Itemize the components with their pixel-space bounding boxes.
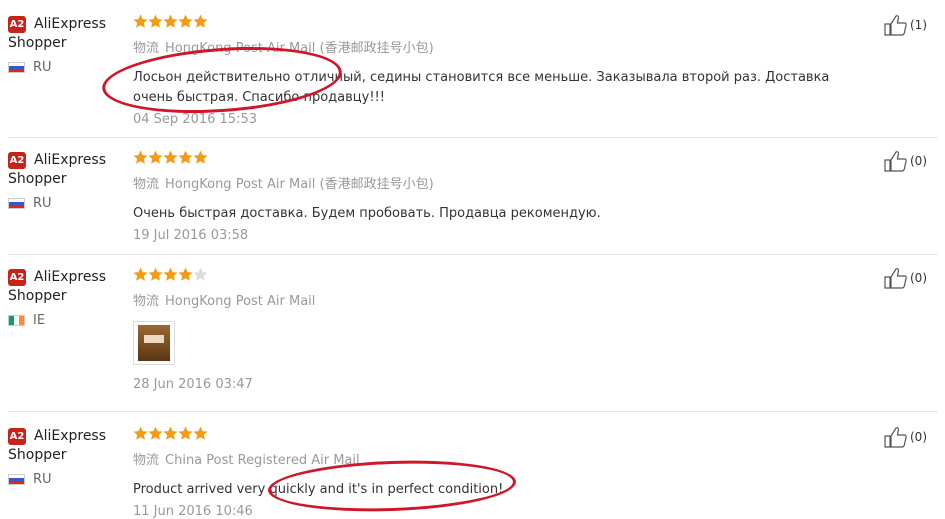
star-filled-icon [148, 150, 163, 164]
logistics-method: China Post Registered Air Mail [165, 453, 360, 468]
star-filled-icon [193, 150, 208, 164]
flag-ru-icon [8, 474, 25, 485]
reviewer-country: RU [33, 472, 52, 487]
reviewer-info: A2 AliExpress Shopper IE [8, 267, 118, 328]
star-filled-icon [178, 14, 193, 28]
helpful-button[interactable]: (0) [884, 267, 927, 289]
review-date: 19 Jul 2016 03:58 [133, 228, 249, 243]
logistics-info: 物流 HongKong Post Air Mail (香港邮政挂号小包) [133, 173, 853, 192]
logistics-info: 物流 HongKong Post Air Mail (香港邮政挂号小包) [133, 37, 853, 56]
reviewer-country: IE [33, 313, 46, 328]
review-divider [8, 254, 938, 255]
review-date: 11 Jun 2016 10:46 [133, 504, 253, 519]
review-text: Очень быстрая доставка. Будем пробовать.… [133, 206, 601, 221]
star-rating [133, 426, 853, 443]
review-content: 物流 HongKong Post Air Mail (香港邮政挂号小包) Лось… [133, 14, 853, 127]
flag-ru-icon [8, 198, 25, 209]
review-date: 28 Jun 2016 03:47 [133, 377, 253, 392]
review-text: Product arrived very quickly and it's in… [133, 482, 504, 497]
reviewer-info: A2 AliExpress Shopper RU [8, 150, 118, 211]
reviewer-info: A2 AliExpress Shopper RU [8, 426, 118, 487]
star-rating [133, 150, 853, 167]
star-filled-icon [148, 267, 163, 281]
star-filled-icon [163, 14, 178, 28]
buyer-level-badge: A2 [8, 15, 26, 33]
review-photo-thumbnail[interactable] [133, 321, 175, 365]
star-filled-icon [133, 150, 148, 164]
thumbs-up-icon[interactable] [884, 14, 908, 36]
star-filled-icon [193, 426, 208, 440]
review-date: 04 Sep 2016 15:53 [133, 112, 257, 127]
thumbs-up-icon[interactable] [884, 426, 908, 448]
star-filled-icon [163, 426, 178, 440]
star-empty-icon [193, 267, 208, 281]
reviewer-name: AliExpress [34, 428, 107, 444]
thumbs-up-icon[interactable] [884, 150, 908, 172]
logistics-label: 物流 [133, 177, 160, 192]
logistics-label: 物流 [133, 294, 160, 309]
buyer-level-badge: A2 [8, 151, 26, 169]
flag-ie-icon [8, 315, 25, 326]
helpful-count: (1) [910, 18, 927, 32]
flag-ru-icon [8, 62, 25, 73]
reviewer-name: AliExpress [34, 269, 107, 285]
star-filled-icon [178, 426, 193, 440]
star-filled-icon [133, 14, 148, 28]
star-filled-icon [133, 426, 148, 440]
review-content: 物流 HongKong Post Air Mail (香港邮政挂号小包) Очен… [133, 150, 853, 243]
review-content: 物流 HongKong Post Air Mail 28 Jun 2016 03:… [133, 267, 853, 392]
reviewer-name: AliExpress [34, 16, 107, 32]
star-filled-icon [178, 267, 193, 281]
logistics-method: HongKong Post Air Mail (香港邮政挂号小包) [165, 41, 434, 56]
reviewer-name-line2: Shopper [8, 288, 67, 304]
review-content: 物流 China Post Registered Air Mail Product… [133, 426, 853, 519]
logistics-info: 物流 China Post Registered Air Mail [133, 449, 853, 468]
reviewer-name-line2: Shopper [8, 447, 67, 463]
helpful-count: (0) [910, 271, 927, 285]
reviewer-country: RU [33, 196, 52, 211]
star-filled-icon [133, 267, 148, 281]
helpful-button[interactable]: (0) [884, 150, 927, 172]
reviewer-name: AliExpress [34, 152, 107, 168]
star-rating [133, 267, 853, 284]
logistics-info: 物流 HongKong Post Air Mail [133, 290, 853, 309]
helpful-button[interactable]: (0) [884, 426, 927, 448]
star-filled-icon [163, 267, 178, 281]
reviewer-name-line2: Shopper [8, 171, 67, 187]
logistics-method: HongKong Post Air Mail [165, 294, 316, 309]
buyer-level-badge: A2 [8, 268, 26, 286]
helpful-count: (0) [910, 154, 927, 168]
review-divider [8, 411, 938, 412]
helpful-count: (0) [910, 430, 927, 444]
star-filled-icon [148, 14, 163, 28]
star-filled-icon [163, 150, 178, 164]
star-filled-icon [178, 150, 193, 164]
logistics-label: 物流 [133, 453, 160, 468]
helpful-button[interactable]: (1) [884, 14, 927, 36]
reviewer-country: RU [33, 60, 52, 75]
star-filled-icon [193, 14, 208, 28]
review-text: Лосьон действительно отличный, седины ст… [133, 70, 830, 105]
reviewer-name-line2: Shopper [8, 35, 67, 51]
star-rating [133, 14, 853, 31]
review-divider [8, 137, 938, 138]
buyer-level-badge: A2 [8, 427, 26, 445]
star-filled-icon [148, 426, 163, 440]
thumbs-up-icon[interactable] [884, 267, 908, 289]
logistics-method: HongKong Post Air Mail (香港邮政挂号小包) [165, 177, 434, 192]
logistics-label: 物流 [133, 41, 160, 56]
reviewer-info: A2 AliExpress Shopper RU [8, 14, 118, 75]
